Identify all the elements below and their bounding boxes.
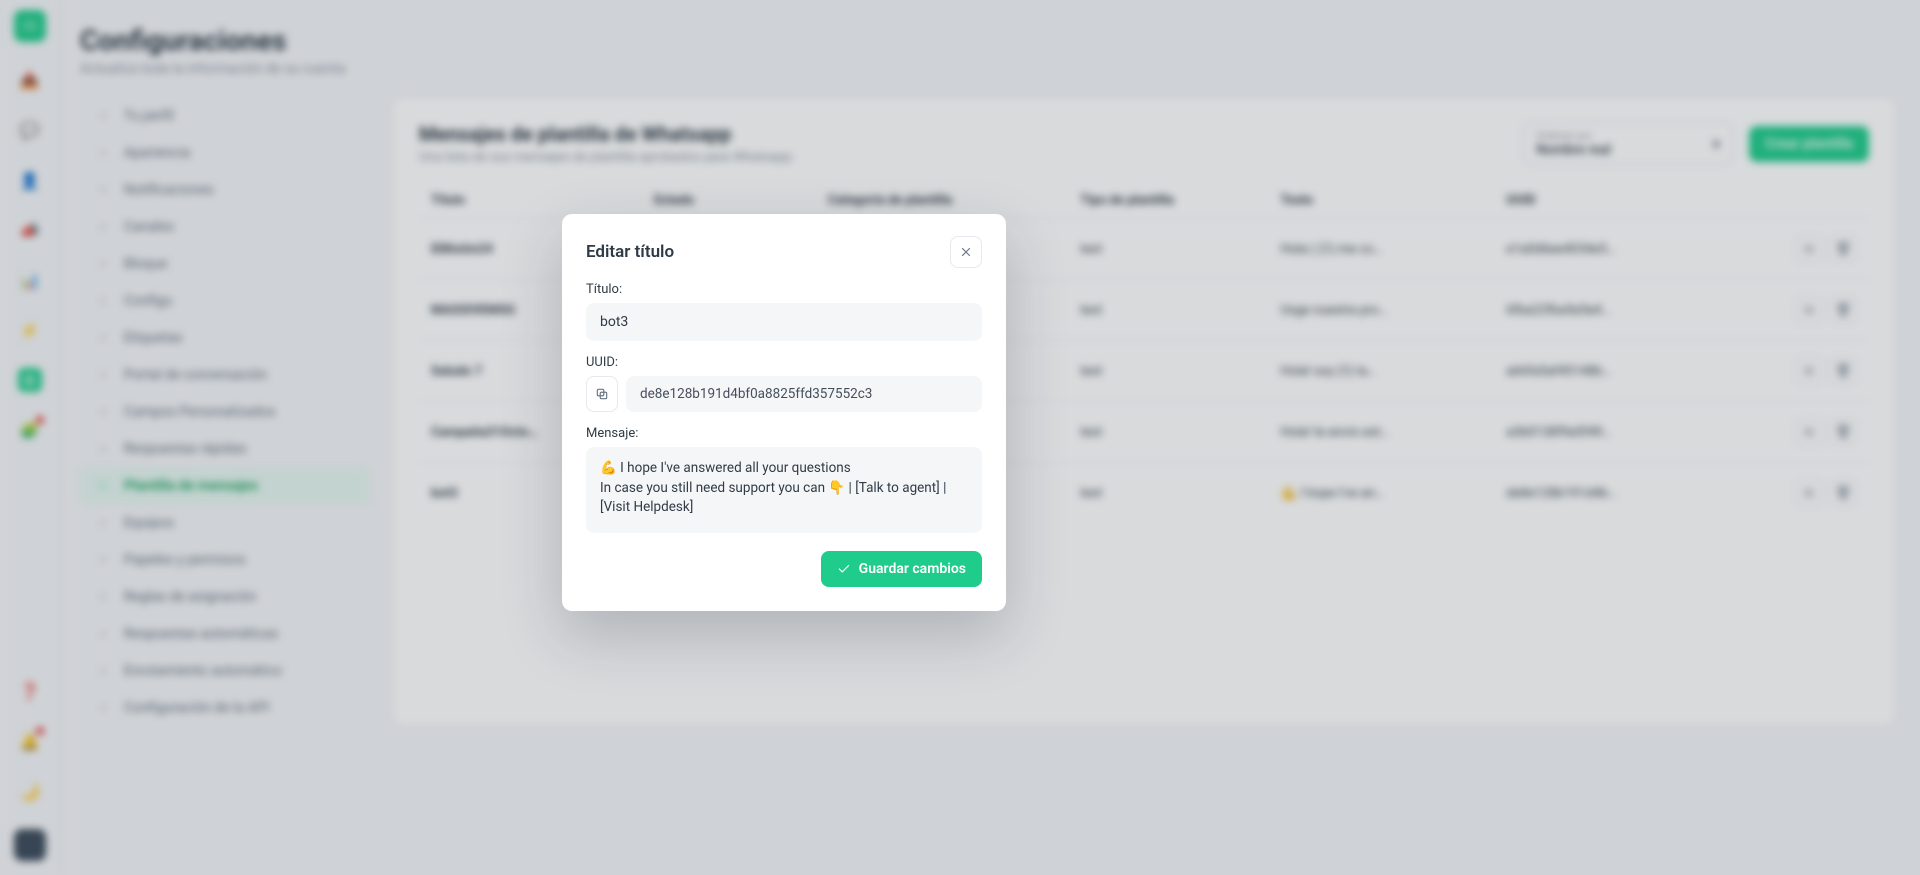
- uuid-value: de8e128b191d4bf0a8825ffd357552c3: [626, 376, 982, 412]
- uuid-field-label: UUID:: [586, 355, 982, 370]
- close-icon: [959, 245, 973, 259]
- message-box: 💪 I hope I've answered all your question…: [586, 447, 982, 533]
- copy-icon: [595, 387, 609, 401]
- check-icon: [837, 562, 851, 576]
- close-button[interactable]: [950, 236, 982, 268]
- title-field-label: Título:: [586, 282, 982, 297]
- modal-title: Editar título: [586, 242, 674, 262]
- message-field-label: Mensaje:: [586, 426, 982, 441]
- title-input[interactable]: [586, 303, 982, 341]
- edit-title-modal: Editar título Título: UUID: de8e128b191d…: [562, 214, 1006, 611]
- copy-uuid-button[interactable]: [586, 376, 618, 412]
- save-button[interactable]: Guardar cambios: [821, 551, 982, 587]
- save-button-label: Guardar cambios: [859, 561, 966, 577]
